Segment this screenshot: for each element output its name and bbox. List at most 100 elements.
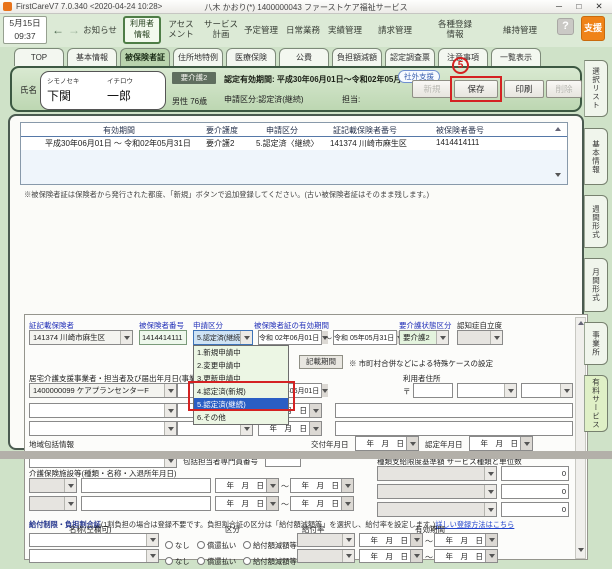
tab-iryou-hoken[interactable]: 医療保険	[226, 48, 276, 66]
maximize-icon[interactable]: □	[572, 1, 586, 11]
radio-nashi-2[interactable]: なし	[165, 551, 190, 569]
nav-item-oshirase[interactable]: お知らせ	[78, 25, 122, 35]
tab-top[interactable]: TOP	[14, 48, 64, 66]
side-tab-yuuryou-service[interactable]: 有料サービス	[584, 375, 608, 432]
tab-nintei-chousahyou[interactable]: 認定調査票	[385, 48, 435, 66]
save-highlight-rect	[450, 76, 502, 102]
scroll-down-icon[interactable]	[578, 548, 584, 552]
shisetsu-in-date-2[interactable]: 年 月 日	[215, 496, 279, 511]
shurui-select-2[interactable]	[377, 484, 497, 499]
annotation-circle-5: 5	[452, 57, 469, 74]
kyufu-rate-select-2[interactable]	[297, 549, 355, 563]
radio-kyufu-gengaku-2[interactable]: 給付額減額等	[243, 551, 297, 569]
bottom-strip	[0, 451, 612, 459]
kyufu-rate-select-1[interactable]	[297, 533, 355, 547]
shisetsu-out-date-2[interactable]: 年 月 日	[290, 496, 354, 511]
address-line-input-2[interactable]	[335, 421, 573, 436]
scroll-up-icon[interactable]	[555, 127, 561, 131]
kyotaku-office-select[interactable]: 1400000099 ケアプランセンターF	[29, 383, 177, 398]
support-button[interactable]: 支援	[581, 16, 605, 41]
dropdown-option[interactable]: 6.その他	[194, 411, 288, 424]
kyufu-name-select-1[interactable]	[29, 533, 159, 547]
insurer-select[interactable]: 141374 川崎市麻生区	[29, 330, 133, 345]
radio-icon	[165, 541, 173, 549]
tab-kihon-johou[interactable]: 基本情報	[67, 48, 117, 66]
period-to-date[interactable]: 令和 05年05月31日	[333, 330, 397, 345]
shurui-select-1[interactable]	[377, 466, 497, 481]
col-header-insurer: 証記載保険者番号	[333, 125, 397, 136]
print-button[interactable]: 印刷	[504, 80, 544, 98]
kisai-kikan-button[interactable]: 記載期間	[299, 355, 343, 369]
dropdown-arrow-icon	[146, 534, 158, 546]
application-kubun-select[interactable]: 5.認定済(継続)	[193, 330, 253, 345]
tab-jushochi-tokurei[interactable]: 住所地特例	[173, 48, 223, 66]
kofu-date[interactable]: 年 月 日	[355, 436, 419, 451]
nav-item-nichijo-gyomu[interactable]: 日常業務	[281, 25, 325, 35]
address-line-input[interactable]	[335, 403, 573, 418]
back-arrow-icon[interactable]: ←	[52, 23, 64, 37]
side-tab-sentaku-list[interactable]: 選択リスト	[584, 60, 608, 117]
delete-button[interactable]: 削除	[546, 80, 582, 98]
care-level-select[interactable]: 要介護2	[399, 330, 449, 345]
nav-item-kakushu-touroku[interactable]: 各種登録情報	[433, 19, 477, 39]
tab-hihokenshasho[interactable]: 被保険者証	[120, 48, 170, 66]
shisetsu-name-input-1[interactable]	[81, 478, 211, 493]
kyufu-help-link[interactable]: 詳しい登録方法はこちら	[435, 520, 514, 529]
application-kubun: 申請区分:認定済(継続)	[224, 94, 304, 105]
chiiki-houkatsu-label: 地域包括情報	[29, 439, 74, 450]
nav-item-assessment[interactable]: アセスメント	[159, 19, 203, 39]
dementia-select[interactable]	[457, 330, 503, 345]
scroll-down-icon[interactable]	[555, 173, 561, 177]
tab-kouhi[interactable]: 公費	[279, 48, 329, 66]
tab-futangaku-gengaku[interactable]: 負担額減額	[332, 48, 382, 66]
kyufu-from-date-2[interactable]: 年 月 日	[359, 549, 423, 563]
shisetsu-type-select-2[interactable]	[29, 496, 77, 511]
close-icon[interactable]: ✕	[592, 1, 606, 12]
tab-ichiran-hyouji[interactable]: 一覧表示	[491, 48, 541, 66]
insured-number-input[interactable]: 1414414111	[139, 330, 187, 345]
period-from-date[interactable]: 令和 02年06月01日	[258, 330, 322, 345]
side-tab-jigyousho[interactable]: 事業所	[584, 322, 608, 365]
shurui-units-1[interactable]: 0	[501, 466, 569, 481]
help-icon[interactable]: ?	[557, 18, 574, 35]
dropdown-arrow-icon	[560, 384, 572, 397]
nav-item-jisseki-kanri[interactable]: 実績管理	[323, 25, 367, 35]
dropdown-arrow-icon	[342, 534, 354, 546]
address-city-select[interactable]	[521, 383, 573, 398]
nav-item-yotei-kanri[interactable]: 予定管理	[239, 25, 283, 35]
hihokenshasho-note: ※被保険者証は保険者から発行された都度、「新規」ボタンで追加登録してください。(…	[24, 190, 429, 200]
shisetsu-name-input-2[interactable]	[81, 496, 211, 511]
shisetsu-type-select-1[interactable]	[29, 478, 77, 493]
side-tab-kihon-johou[interactable]: 基本情報	[584, 128, 608, 185]
kyotaku-office-select-3[interactable]	[29, 421, 177, 436]
nintei-date[interactable]: 年 月 日	[469, 436, 533, 451]
postal-code-input[interactable]	[413, 383, 453, 398]
shisetsu-out-date-1[interactable]: 年 月 日	[290, 478, 354, 493]
dropdown-arrow-icon	[485, 550, 497, 562]
kyotaku-office-select-2[interactable]	[29, 403, 177, 418]
nav-item-service-keikaku[interactable]: サービス計画	[199, 19, 243, 39]
kyufu-to-date-1[interactable]: 年 月 日	[434, 533, 498, 547]
nav-item-iji-kanri[interactable]: 維持管理	[498, 25, 542, 35]
current-time: 09:37	[4, 30, 46, 43]
dropdown-arrow-icon	[520, 437, 532, 450]
kana-first-name: イチロウ	[107, 75, 133, 85]
dropdown-arrow-icon	[120, 331, 132, 344]
address-pref-select[interactable]	[457, 383, 517, 398]
nav-item-seikyu-kanri[interactable]: 請求管理	[373, 25, 417, 35]
side-tab-shukan-keishiki[interactable]: 週間形式	[584, 195, 608, 248]
kyufu-to-date-2[interactable]: 年 月 日	[434, 549, 498, 563]
cert-history-table: 有効期間 要介護度 申請区分 証記載保険者番号 被保険者番号 平成30年06月0…	[20, 122, 568, 185]
kyufu-from-date-1[interactable]: 年 月 日	[359, 533, 423, 547]
minimize-icon[interactable]: ─	[552, 1, 566, 11]
kyufu-name-select-2[interactable]	[29, 549, 159, 563]
radio-shokan-barai-2[interactable]: 償還払い	[197, 551, 236, 569]
dropdown-option[interactable]: 1.新規申請中	[194, 346, 288, 359]
shurui-units-2[interactable]: 0	[501, 484, 569, 499]
nav-item-riyousha-johou[interactable]: 利用者 情報	[123, 16, 161, 44]
shisetsu-in-date-1[interactable]: 年 月 日	[215, 478, 279, 493]
side-tab-gekkan-keishiki[interactable]: 月間形式	[584, 258, 608, 312]
radio-icon	[243, 557, 251, 565]
dropdown-option[interactable]: 2.変更申請中	[194, 359, 288, 372]
new-button[interactable]: 新規	[412, 80, 452, 98]
